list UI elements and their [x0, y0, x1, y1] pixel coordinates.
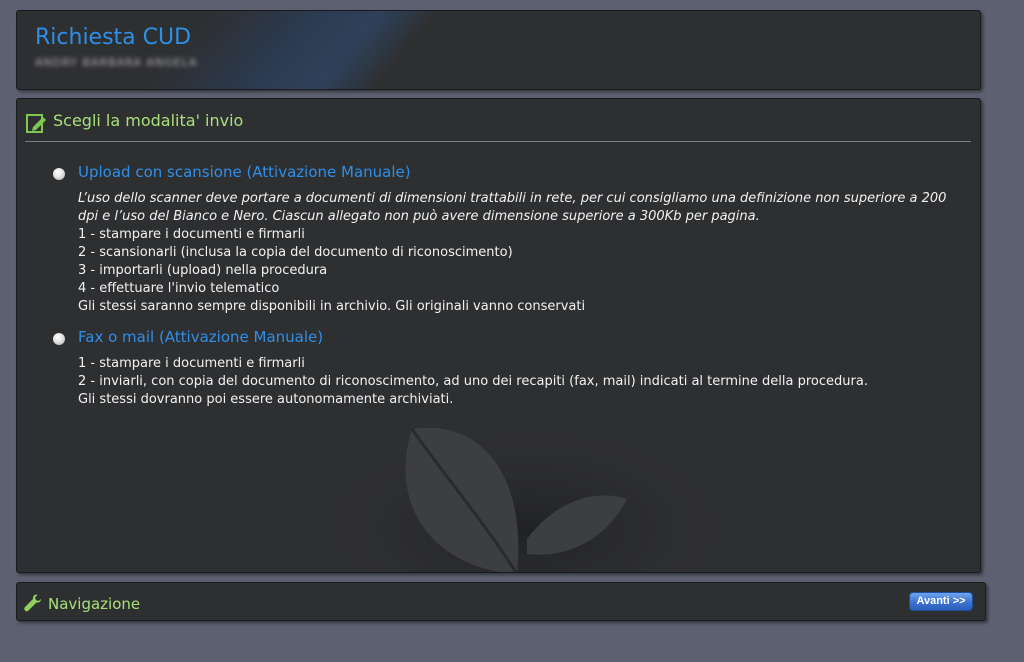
note-line: Gli stessi dovranno poi essere autonomam…: [78, 392, 454, 407]
next-button[interactable]: Avanti >>: [909, 592, 973, 611]
option-description: 1 - stampare i documenti e firmarli 2 - …: [78, 355, 958, 409]
user-name: ANDRY BARBARA ANGELA: [35, 56, 198, 69]
radio-upload-scan[interactable]: [53, 168, 65, 180]
radio-fax-mail[interactable]: [53, 333, 65, 345]
step-line: 4 - effettuare l'invio telematico: [78, 281, 280, 296]
option-title[interactable]: Upload con scansione (Attivazione Manual…: [78, 163, 411, 181]
divider: [25, 141, 971, 142]
option-title[interactable]: Fax o mail (Attivazione Manuale): [78, 328, 323, 346]
note-line: Gli stessi saranno sempre disponibili in…: [78, 299, 586, 314]
step-line: 1 - stampare i documenti e firmarli: [78, 356, 305, 371]
wrench-icon: [24, 594, 41, 612]
section-title: Scegli la modalita' invio: [53, 111, 244, 130]
step-line: 2 - scansionarli (inclusa la copia del d…: [78, 245, 513, 260]
step-line: 1 - stampare i documenti e firmarli: [78, 227, 305, 242]
step-line: 3 - importarli (upload) nella procedura: [78, 263, 328, 278]
option-description: L’uso dello scanner deve portare a docum…: [78, 190, 958, 316]
navigation-panel: Navigazione Avanti >>: [16, 582, 986, 621]
header-panel: Richiesta CUD ANDRY BARBARA ANGELA: [16, 10, 981, 90]
option-intro: L’uso dello scanner deve portare a docum…: [78, 191, 947, 224]
navigation-title: Navigazione: [48, 595, 141, 613]
page-title: Richiesta CUD: [35, 25, 192, 50]
edit-document-icon: [26, 114, 46, 133]
step-line: 2 - inviarli, con copia del documento di…: [78, 374, 868, 389]
main-panel: Scegli la modalita' invio Upload con sca…: [16, 98, 981, 573]
leaf-watermark: [327, 409, 727, 572]
